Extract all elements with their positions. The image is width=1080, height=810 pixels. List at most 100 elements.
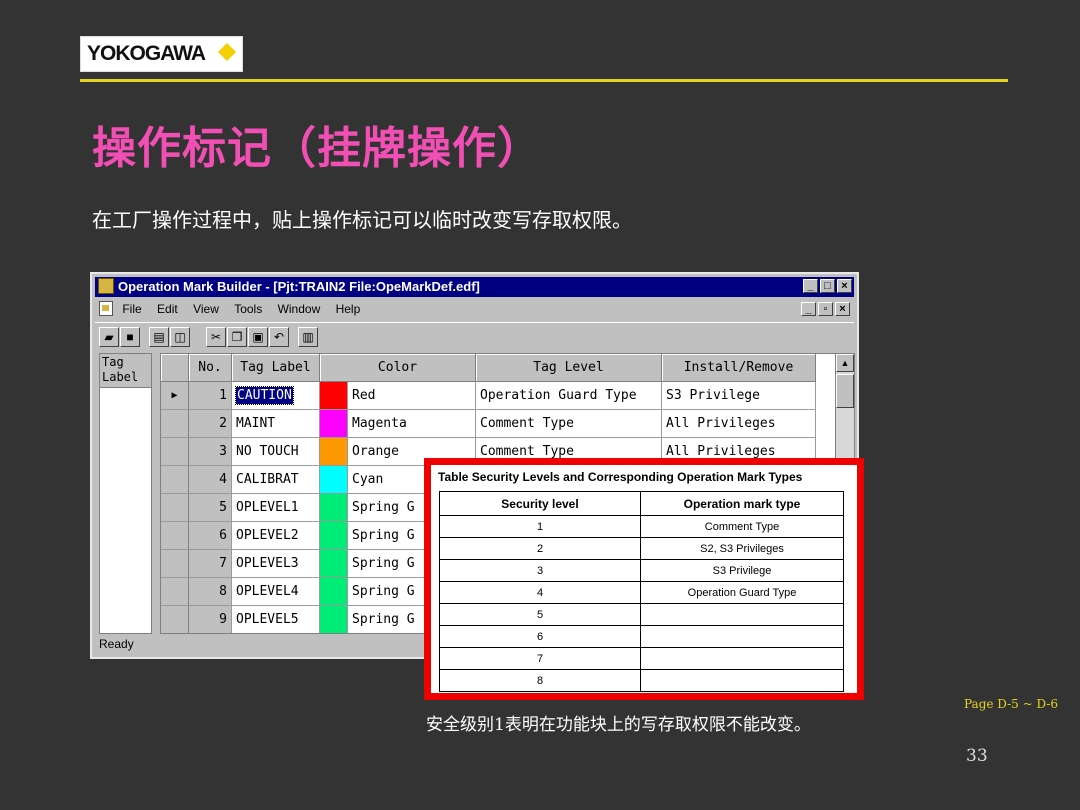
header-no[interactable]: No.: [189, 354, 232, 382]
row-no: 5: [189, 494, 232, 522]
row-color-swatch[interactable]: [320, 606, 348, 633]
row-header: [161, 410, 189, 438]
row-header: [161, 606, 189, 633]
row-color-swatch[interactable]: [320, 522, 348, 550]
row-color-swatch[interactable]: [320, 382, 348, 410]
row-tag-label[interactable]: OPLEVEL2: [232, 522, 320, 550]
menu-view[interactable]: View: [193, 298, 219, 320]
diamond-logo-icon: [218, 43, 236, 61]
page-number: 33: [966, 746, 988, 766]
scroll-thumb[interactable]: [836, 374, 854, 408]
table-row: 7: [439, 647, 844, 670]
grid-header: No. Tag Label Color Tag Level Install/Re…: [161, 354, 854, 382]
table-row: 8: [439, 669, 844, 692]
header-color[interactable]: Color: [320, 354, 476, 382]
paste-icon[interactable]: ▣: [248, 327, 268, 347]
row-no: 2: [189, 410, 232, 438]
operation-mark-type-header: Operation mark type: [640, 491, 844, 516]
row-header: [161, 578, 189, 606]
table-row[interactable]: 2 MAINT Magenta Comment Type All Privile…: [161, 410, 854, 438]
table-row: 5: [439, 603, 844, 626]
row-no: 6: [189, 522, 232, 550]
maximize-button[interactable]: □: [820, 279, 835, 293]
table-row: 1 Comment Type: [439, 515, 844, 538]
row-no: 8: [189, 578, 232, 606]
table-row: 2 S2, S3 Privileges: [439, 537, 844, 560]
row-tag-label[interactable]: OPLEVEL1: [232, 494, 320, 522]
print-icon[interactable]: ▤: [149, 327, 169, 347]
slide-subtitle: 在工厂操作过程中，贴上操作标记可以临时改变写存取权限。: [92, 208, 632, 232]
row-no: 4: [189, 466, 232, 494]
doc-close-button[interactable]: ×: [835, 302, 850, 316]
row-tag-label[interactable]: OPLEVEL4: [232, 578, 320, 606]
row-header: [161, 522, 189, 550]
window-titlebar[interactable]: Operation Mark Builder - [Pjt:TRAIN2 Fil…: [95, 277, 854, 297]
row-color-swatch[interactable]: [320, 578, 348, 606]
row-tag-label[interactable]: MAINT: [232, 410, 320, 438]
header-tag-level[interactable]: Tag Level: [476, 354, 662, 382]
undo-icon[interactable]: ↶: [269, 327, 289, 347]
row-color[interactable]: Magenta: [348, 410, 476, 438]
table-row[interactable]: ▶ 1 CAUTION Red Operation Guard Type S3 …: [161, 382, 854, 410]
security-note: 安全级别1表明在功能块上的写存取权限不能改变。: [426, 715, 811, 735]
save-icon[interactable]: ■: [120, 327, 140, 347]
row-no: 1: [189, 382, 232, 410]
table-row: 4 Operation Guard Type: [439, 581, 844, 604]
row-pointer-icon: ▶: [161, 382, 189, 410]
window-title: Operation Mark Builder - [Pjt:TRAIN2 Fil…: [118, 279, 480, 294]
table-row: 3 S3 Privilege: [439, 559, 844, 582]
row-color-swatch[interactable]: [320, 466, 348, 494]
tag-label-panel[interactable]: Tag Label: [99, 353, 152, 634]
header-divider: [80, 79, 1008, 82]
header-install-remove[interactable]: Install/Remove: [662, 354, 816, 382]
scroll-up-icon[interactable]: ▲: [836, 354, 854, 372]
menu-help[interactable]: Help: [336, 298, 361, 320]
app-icon: [98, 278, 114, 294]
status-bar-text: Ready: [99, 637, 134, 651]
row-install-remove[interactable]: All Privileges: [662, 410, 816, 438]
row-install-remove[interactable]: S3 Privilege: [662, 382, 816, 410]
security-level-header: Security level: [439, 491, 641, 516]
menu-tools[interactable]: Tools: [234, 298, 262, 320]
cut-icon[interactable]: ✂: [206, 327, 226, 347]
header-corner: [161, 354, 189, 382]
table-row: 6: [439, 625, 844, 648]
row-no: 9: [189, 606, 232, 633]
security-levels-callout: Table Security Levels and Corresponding …: [424, 458, 864, 700]
property-icon[interactable]: ▥: [298, 327, 318, 347]
menu-window[interactable]: Window: [278, 298, 321, 320]
row-color[interactable]: Red: [348, 382, 476, 410]
slide-title: 操作标记（挂牌操作）: [92, 123, 542, 174]
security-levels-table: Security level Operation mark type 1 Comm…: [439, 491, 844, 692]
doc-restore-button[interactable]: ▫: [818, 302, 833, 316]
open-icon[interactable]: ▰: [99, 327, 119, 347]
header-tag-label[interactable]: Tag Label: [232, 354, 320, 382]
toolbar: ▰ ■ ▤ ◫ ✂ ❐ ▣ ↶ ▥: [95, 322, 854, 351]
minimize-button[interactable]: _: [803, 279, 818, 293]
row-header: [161, 494, 189, 522]
row-color-swatch[interactable]: [320, 410, 348, 438]
row-tag-level[interactable]: Comment Type: [476, 410, 662, 438]
row-no: 7: [189, 550, 232, 578]
row-tag-label-selected[interactable]: CAUTION: [232, 382, 320, 410]
row-tag-label[interactable]: CALIBRAT: [232, 466, 320, 494]
close-button[interactable]: ×: [837, 279, 852, 293]
security-table-header-row: Security level Operation mark type: [439, 491, 844, 516]
menu-edit[interactable]: Edit: [157, 298, 178, 320]
row-header: [161, 550, 189, 578]
menu-file[interactable]: File: [122, 298, 141, 320]
row-header: [161, 438, 189, 466]
doc-minimize-button[interactable]: _: [801, 302, 816, 316]
row-color-swatch[interactable]: [320, 550, 348, 578]
copy-icon[interactable]: ❐: [227, 327, 247, 347]
row-color-swatch[interactable]: [320, 438, 348, 466]
row-tag-level[interactable]: Operation Guard Type: [476, 382, 662, 410]
row-tag-label[interactable]: NO TOUCH: [232, 438, 320, 466]
menu-bar: File Edit View Tools Window Help _ ▫ ×: [95, 298, 854, 320]
document-icon[interactable]: [99, 301, 113, 316]
row-color-swatch[interactable]: [320, 494, 348, 522]
row-tag-label[interactable]: OPLEVEL5: [232, 606, 320, 633]
row-tag-label[interactable]: OPLEVEL3: [232, 550, 320, 578]
print-preview-icon[interactable]: ◫: [170, 327, 190, 347]
security-table-caption: Table Security Levels and Corresponding …: [438, 470, 803, 484]
